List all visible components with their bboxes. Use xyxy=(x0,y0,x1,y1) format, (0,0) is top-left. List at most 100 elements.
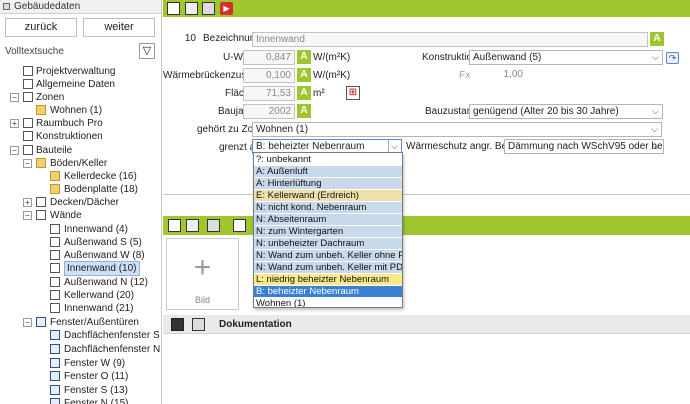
calculator-icon[interactable]: ⊞ xyxy=(346,86,360,100)
copy-icon[interactable] xyxy=(186,219,199,232)
dropdown-option[interactable]: A: Hinterlüftung xyxy=(254,178,402,189)
copy-icon[interactable] xyxy=(185,2,198,15)
picture-toolbar xyxy=(163,216,690,235)
tree-item-innenwand-21[interactable]: Innenwand (21) xyxy=(0,302,161,315)
left-panel-header: Gebäudedaten xyxy=(0,0,161,14)
tree-item-aussenwand-n[interactable]: Außenwand N (12) xyxy=(0,276,161,289)
dropdown-option[interactable]: N: Wand zum unbeh. Keller mit PD xyxy=(254,262,402,273)
picture-area xyxy=(163,235,690,313)
filter-icon[interactable]: ▽ xyxy=(139,43,155,59)
tree-item-wohnen[interactable]: Wohnen (1) xyxy=(0,104,161,117)
dropdown-option[interactable]: N: Wand zum unbeh. Keller ohne PD xyxy=(254,250,402,261)
uwert-a-button[interactable]: A xyxy=(297,50,311,64)
konstruktion-select[interactable]: Außenwand (5) ⌵ xyxy=(469,50,663,65)
tree-item-zonen[interactable]: − Zonen xyxy=(0,91,161,104)
bezeichnung-input[interactable]: Innenwand xyxy=(252,32,648,47)
forward-button[interactable]: weiter xyxy=(83,18,155,37)
document-icon xyxy=(23,145,33,155)
tree-item-dachflaechenfenster-s[interactable]: Dachflächenfenster S 30° xyxy=(0,329,161,342)
collapse-icon[interactable]: − xyxy=(23,159,32,168)
waermeschutz-select[interactable]: Dämmung nach WSchV95 oder besser⌵ xyxy=(504,139,664,154)
tree-item-fenster-s[interactable]: Fenster S (13) xyxy=(0,384,161,397)
dropdown-option[interactable]: L: niedrig beheizter Nebenraum xyxy=(254,274,402,285)
tree-item-allgemeine-daten[interactable]: Allgemeine Daten xyxy=(0,78,161,91)
waermebruecken-input[interactable]: 0,100 xyxy=(243,68,295,83)
chevron-down-icon: ⌵ xyxy=(653,141,660,151)
dropdown-option[interactable]: B: beheizter Nebenraum xyxy=(254,286,402,297)
baujahr-input[interactable]: 2002 xyxy=(243,104,295,119)
document-icon xyxy=(50,358,60,368)
menu-icon[interactable] xyxy=(207,219,220,232)
link-icon[interactable]: ↷ xyxy=(666,52,679,64)
dropdown-option[interactable]: Wohnen (1) xyxy=(254,298,402,307)
dropdown-option[interactable]: N: nicht kond. Nebenraum xyxy=(254,202,402,213)
tree-item-boeden-keller[interactable]: − Böden/Keller xyxy=(0,157,161,170)
tree-item-raumbuch-pro[interactable]: + Raumbuch Pro xyxy=(0,117,161,130)
tree-item-waende[interactable]: − Wände xyxy=(0,209,161,222)
tree-item-label: Wohnen (1) xyxy=(50,105,103,116)
tree-item-innenwand-10[interactable]: Innenwand (10) xyxy=(0,261,161,276)
dropdown-option[interactable]: ?: unbekannt xyxy=(254,154,402,165)
pages-icon[interactable] xyxy=(202,2,215,15)
tree-item-label: Böden/Keller xyxy=(50,158,108,169)
expand-icon[interactable]: + xyxy=(23,198,32,207)
bauzustand-select[interactable]: genügend (Alter 20 bis 30 Jahre) ⌵ xyxy=(469,104,663,119)
tree-item-label: Außenwand S (5) xyxy=(64,237,142,248)
collapse-icon[interactable]: − xyxy=(10,146,19,155)
add-picture-button[interactable]: + Bild xyxy=(166,238,239,310)
dropdown-option[interactable]: N: zum Wintergarten xyxy=(254,226,402,237)
tree-item-kellerdecke[interactable]: Kellerdecke (16) xyxy=(0,170,161,183)
collapse-icon[interactable]: − xyxy=(23,211,32,220)
component-number: 10 xyxy=(169,32,199,47)
fx-value: 1,00 xyxy=(472,68,526,83)
panel-title: Gebäudedaten xyxy=(14,1,81,12)
zone-select[interactable]: Wohnen (1) ⌵ xyxy=(252,122,662,137)
dropdown-option[interactable]: A: Außenluft xyxy=(254,166,402,177)
video-icon[interactable]: ▶ xyxy=(220,2,233,15)
tree-item-label: Bauteile xyxy=(36,145,73,156)
documentation-area[interactable] xyxy=(163,334,690,404)
flaeche-unit: m² xyxy=(313,88,325,99)
tree-item-projektverwaltung[interactable]: Projektverwaltung xyxy=(0,65,161,78)
tree-item-label: Fenster N (15) xyxy=(64,398,129,404)
folder-icon xyxy=(36,105,46,115)
document-icon xyxy=(23,79,33,89)
tree-item-label: Allgemeine Daten xyxy=(36,79,115,90)
save-icon[interactable] xyxy=(171,318,184,331)
dropdown-option[interactable]: N: unbeheizter Dachraum xyxy=(254,238,402,249)
tree-item-fenster-aussentueren[interactable]: − Fenster/Außentüren xyxy=(0,316,161,329)
flaeche-a-button[interactable]: A xyxy=(297,86,311,100)
tree-item-innenwand-4[interactable]: Innenwand (4) xyxy=(0,223,161,236)
tree-item-label: Fenster W (9) xyxy=(64,358,126,369)
tree-item-fenster-n[interactable]: Fenster N (15) xyxy=(0,397,161,404)
expand-icon[interactable]: + xyxy=(10,119,19,128)
image-icon[interactable] xyxy=(233,219,246,232)
collapse-icon[interactable]: − xyxy=(23,318,32,327)
tree-item-konstruktionen[interactable]: Konstruktionen xyxy=(0,130,161,143)
bezeichnung-a-button[interactable]: A xyxy=(650,32,664,46)
layout-icon[interactable] xyxy=(168,219,181,232)
pages-icon[interactable] xyxy=(192,318,205,331)
tree-item-decken-daecher[interactable]: + Decken/Dächer xyxy=(0,196,161,209)
bauzustand-value: genügend (Alter 20 bis 30 Jahre) xyxy=(473,106,619,117)
layout-icon[interactable] xyxy=(167,2,180,15)
tree-item-fenster-w[interactable]: Fenster W (9) xyxy=(0,357,161,370)
collapse-icon[interactable]: − xyxy=(10,93,19,102)
tree-item-label: Wände xyxy=(50,210,82,221)
tree-item-kellerwand[interactable]: Kellerwand (20) xyxy=(0,289,161,302)
tree-item-dachflaechenfenster-n[interactable]: Dachflächenfenster N 30° xyxy=(0,343,161,356)
uwert-input[interactable]: 0,847 xyxy=(243,50,295,65)
waermebruecken-a-button[interactable]: A xyxy=(297,68,311,82)
dropdown-option[interactable]: E: Kellerwand (Erdreich) xyxy=(254,190,402,201)
tree-item-bauteile[interactable]: − Bauteile xyxy=(0,144,161,157)
back-button[interactable]: zurück xyxy=(5,18,77,37)
document-icon xyxy=(50,237,60,247)
fulltext-search-label[interactable]: Volltextsuche xyxy=(5,46,64,57)
tree-item-bodenplatte[interactable]: Bodenplatte (18) xyxy=(0,183,161,196)
flaeche-input[interactable]: 71,53 xyxy=(243,86,295,101)
chevron-down-icon: ⌵ xyxy=(652,52,659,62)
tree-item-aussenwand-s[interactable]: Außenwand S (5) xyxy=(0,236,161,249)
dropdown-option[interactable]: N: Abseitenraum xyxy=(254,214,402,225)
baujahr-a-button[interactable]: A xyxy=(297,104,311,118)
tree-item-fenster-o[interactable]: Fenster O (11) xyxy=(0,370,161,383)
